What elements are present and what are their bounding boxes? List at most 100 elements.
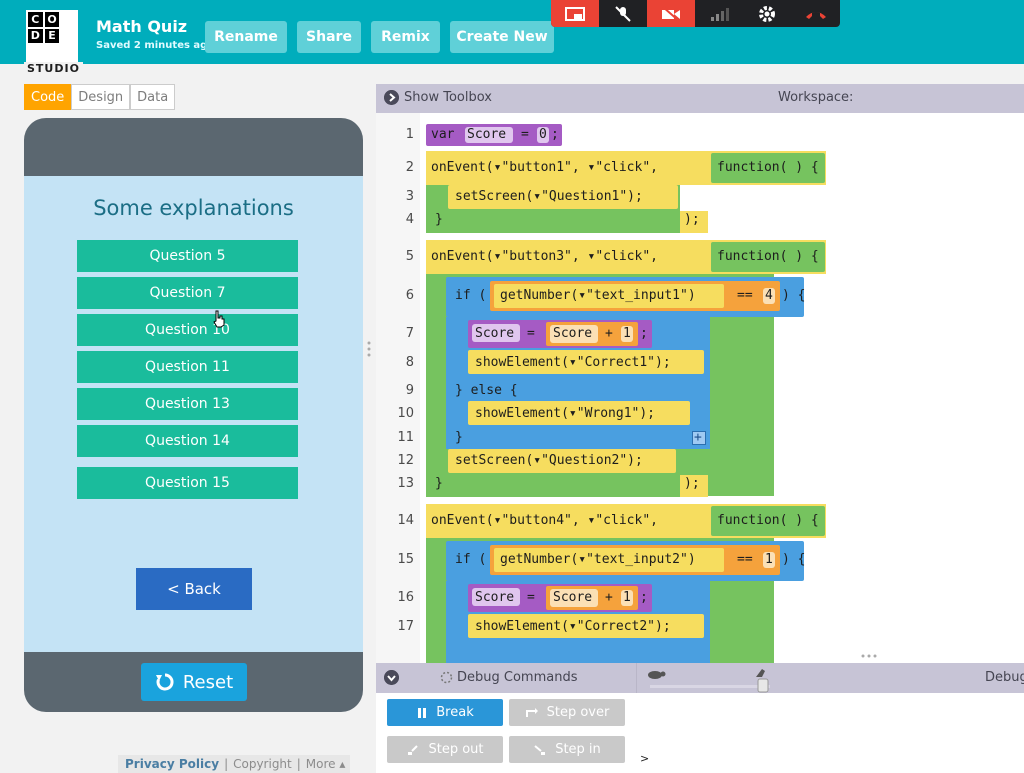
logo-letter: D (28, 28, 43, 44)
code-text: Score (475, 590, 515, 605)
code-text: + (605, 326, 613, 341)
privacy-policy-link[interactable]: Privacy Policy (125, 757, 219, 771)
more-link[interactable]: More ▴ (306, 757, 346, 771)
reset-icon (155, 673, 174, 691)
back-button[interactable]: < Back (136, 568, 252, 610)
code-text: function( ) { (717, 160, 819, 175)
tab-design[interactable]: Design (71, 84, 131, 110)
code-workspace[interactable]: 1 2 3 4 5 6 7 8 9 10 11 12 13 14 15 16 1… (376, 113, 1024, 663)
code-text: function( ) { (717, 249, 819, 264)
code-text: setScreen(▾"Question1"); (455, 189, 643, 204)
code-text: ) { (782, 552, 806, 567)
console-prompt[interactable]: > (640, 752, 649, 765)
question-13-button[interactable]: Question 13 (77, 388, 298, 420)
logo-letter: O (44, 12, 60, 27)
reset-button[interactable]: Reset (141, 663, 247, 701)
code-text: function( ) { (717, 513, 819, 528)
code-text: ); (684, 476, 700, 491)
line-number: 3 (405, 189, 414, 204)
step-out-icon (408, 744, 419, 755)
code-text: ) { (782, 288, 806, 303)
question-5-button[interactable]: Question 5 (77, 240, 298, 272)
hang-up-icon[interactable] (791, 0, 840, 27)
create-new-button[interactable]: Create New (450, 21, 554, 53)
line-number: 6 (405, 288, 414, 303)
line-number: 14 (397, 513, 414, 528)
close-block (426, 475, 708, 497)
code-text: ; (640, 590, 648, 605)
code-text: ; (551, 127, 559, 142)
line-number: 10 (397, 406, 414, 421)
screen-share-icon[interactable] (551, 0, 599, 27)
code-text: 0 (539, 127, 547, 142)
line-number: 9 (405, 383, 414, 398)
chevron-down-icon[interactable] (384, 670, 399, 685)
line-number: 15 (397, 552, 414, 567)
rename-button[interactable]: Rename (205, 21, 287, 53)
code-text: if ( (455, 288, 487, 303)
code-text: showElement(▾"Wrong1"); (475, 406, 656, 421)
turtle-icon (648, 671, 666, 679)
line-number: 5 (405, 249, 414, 264)
line-number: 1 (405, 127, 414, 142)
line-number: 4 (405, 212, 414, 227)
step-over-button[interactable]: Step over (509, 699, 625, 726)
project-title: Math Quiz (96, 17, 188, 36)
code-studio-logo[interactable]: C O D E (26, 10, 78, 62)
break-label: Break (436, 705, 474, 720)
logo-letter: C (28, 12, 43, 27)
question-11-button[interactable]: Question 11 (77, 351, 298, 383)
copyright-link[interactable]: Copyright (233, 757, 292, 771)
code-text: 1 (623, 326, 631, 341)
signal-icon[interactable] (695, 0, 743, 27)
code-text: Score (553, 326, 593, 341)
code-text: 1 (765, 552, 773, 567)
tab-code[interactable]: Code (24, 84, 72, 110)
line-number: 8 (405, 355, 414, 370)
if-close-block (446, 427, 710, 449)
question-14-button[interactable]: Question 14 (77, 425, 298, 457)
reset-label: Reset (182, 671, 234, 693)
debug-commands-title: Debug Commands (457, 670, 578, 685)
footer-separator: | (224, 757, 229, 771)
code-text: + (694, 430, 702, 445)
step-in-button[interactable]: Step in (509, 736, 625, 763)
code-text: ; (640, 326, 648, 341)
remix-button[interactable]: Remix (371, 21, 440, 53)
code-text: Score (467, 127, 507, 142)
break-button[interactable]: Break (387, 699, 503, 726)
code-text: showElement(▾"Correct2"); (475, 619, 671, 634)
code-text: = (521, 127, 529, 142)
line-number: 7 (405, 326, 414, 341)
logo-blank (61, 12, 76, 27)
line-number: 12 (397, 453, 414, 468)
code-text: showElement(▾"Correct1"); (475, 355, 671, 370)
app-screen: Some explanations Question 5 Question 7 … (24, 176, 363, 652)
code-text: onEvent(▾"button1", ▾"click", (431, 160, 658, 175)
if-arm-block (446, 581, 460, 663)
video-off-icon[interactable] (647, 0, 695, 27)
resize-handle-icon[interactable] (860, 653, 882, 659)
question-15-button[interactable]: Question 15 (77, 467, 298, 499)
question-10-button[interactable]: Question 10 (77, 314, 298, 346)
code-text: Score (475, 326, 515, 341)
question-7-button[interactable]: Question 7 (77, 277, 298, 309)
step-over-icon (525, 707, 538, 717)
settings-gear-icon[interactable] (743, 0, 791, 27)
mic-off-icon[interactable] (599, 0, 647, 27)
show-toolbox-toggle[interactable]: Show Toolbox (404, 90, 492, 105)
chevron-right-icon[interactable] (384, 90, 399, 105)
code-text: onEvent(▾"button3", ▾"click", (431, 249, 658, 264)
line-number: 2 (405, 160, 414, 175)
rabbit-icon (756, 669, 769, 693)
resize-handle-icon[interactable] (366, 340, 372, 362)
code-text: ); (684, 212, 700, 227)
tab-data[interactable]: Data (130, 84, 176, 110)
loading-spinner-icon (440, 671, 453, 684)
step-out-button[interactable]: Step out (387, 736, 503, 763)
close-block (426, 211, 708, 233)
code-text: + (605, 590, 613, 605)
share-button[interactable]: Share (297, 21, 361, 53)
code-text: } (455, 430, 463, 445)
footer-separator: | (296, 757, 301, 771)
